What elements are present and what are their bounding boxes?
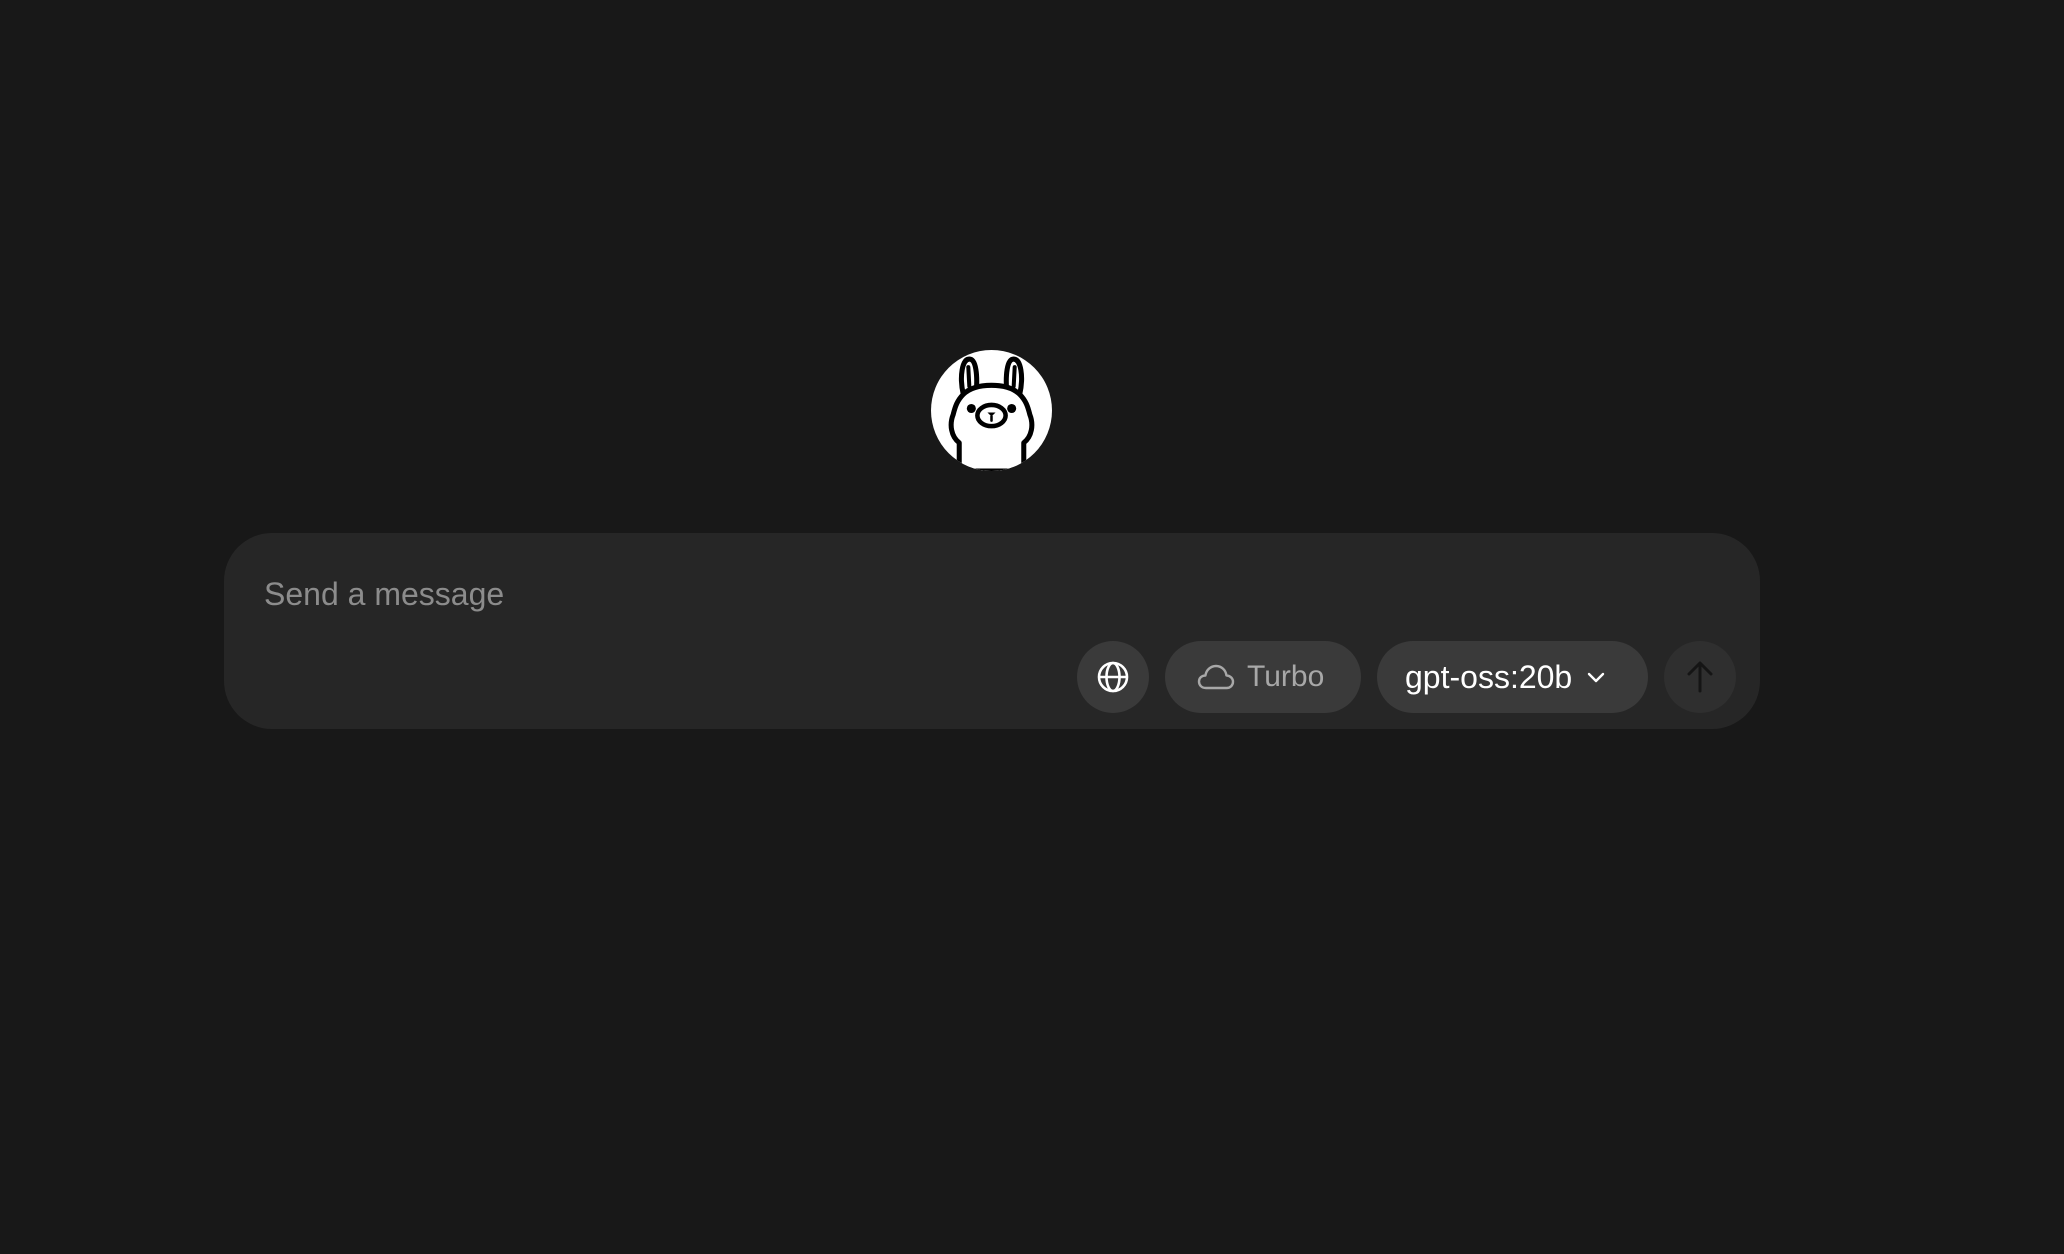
llama-logo-icon: [931, 350, 1052, 471]
model-selector[interactable]: gpt-oss:20b: [1377, 641, 1648, 713]
cloud-icon: [1197, 663, 1235, 691]
message-composer: Turbo gpt-oss:20b: [224, 533, 1760, 729]
web-search-button[interactable]: [1077, 641, 1149, 713]
globe-icon: [1095, 659, 1131, 695]
chat-home: Turbo gpt-oss:20b: [0, 0, 2064, 1254]
turbo-button[interactable]: Turbo: [1165, 641, 1361, 713]
turbo-label: Turbo: [1247, 660, 1325, 693]
message-input[interactable]: [264, 569, 1664, 619]
model-name: gpt-oss:20b: [1405, 658, 1573, 695]
chevron-down-icon: [1586, 670, 1606, 684]
arrow-up-icon: [1685, 660, 1715, 694]
send-button[interactable]: [1664, 641, 1736, 713]
